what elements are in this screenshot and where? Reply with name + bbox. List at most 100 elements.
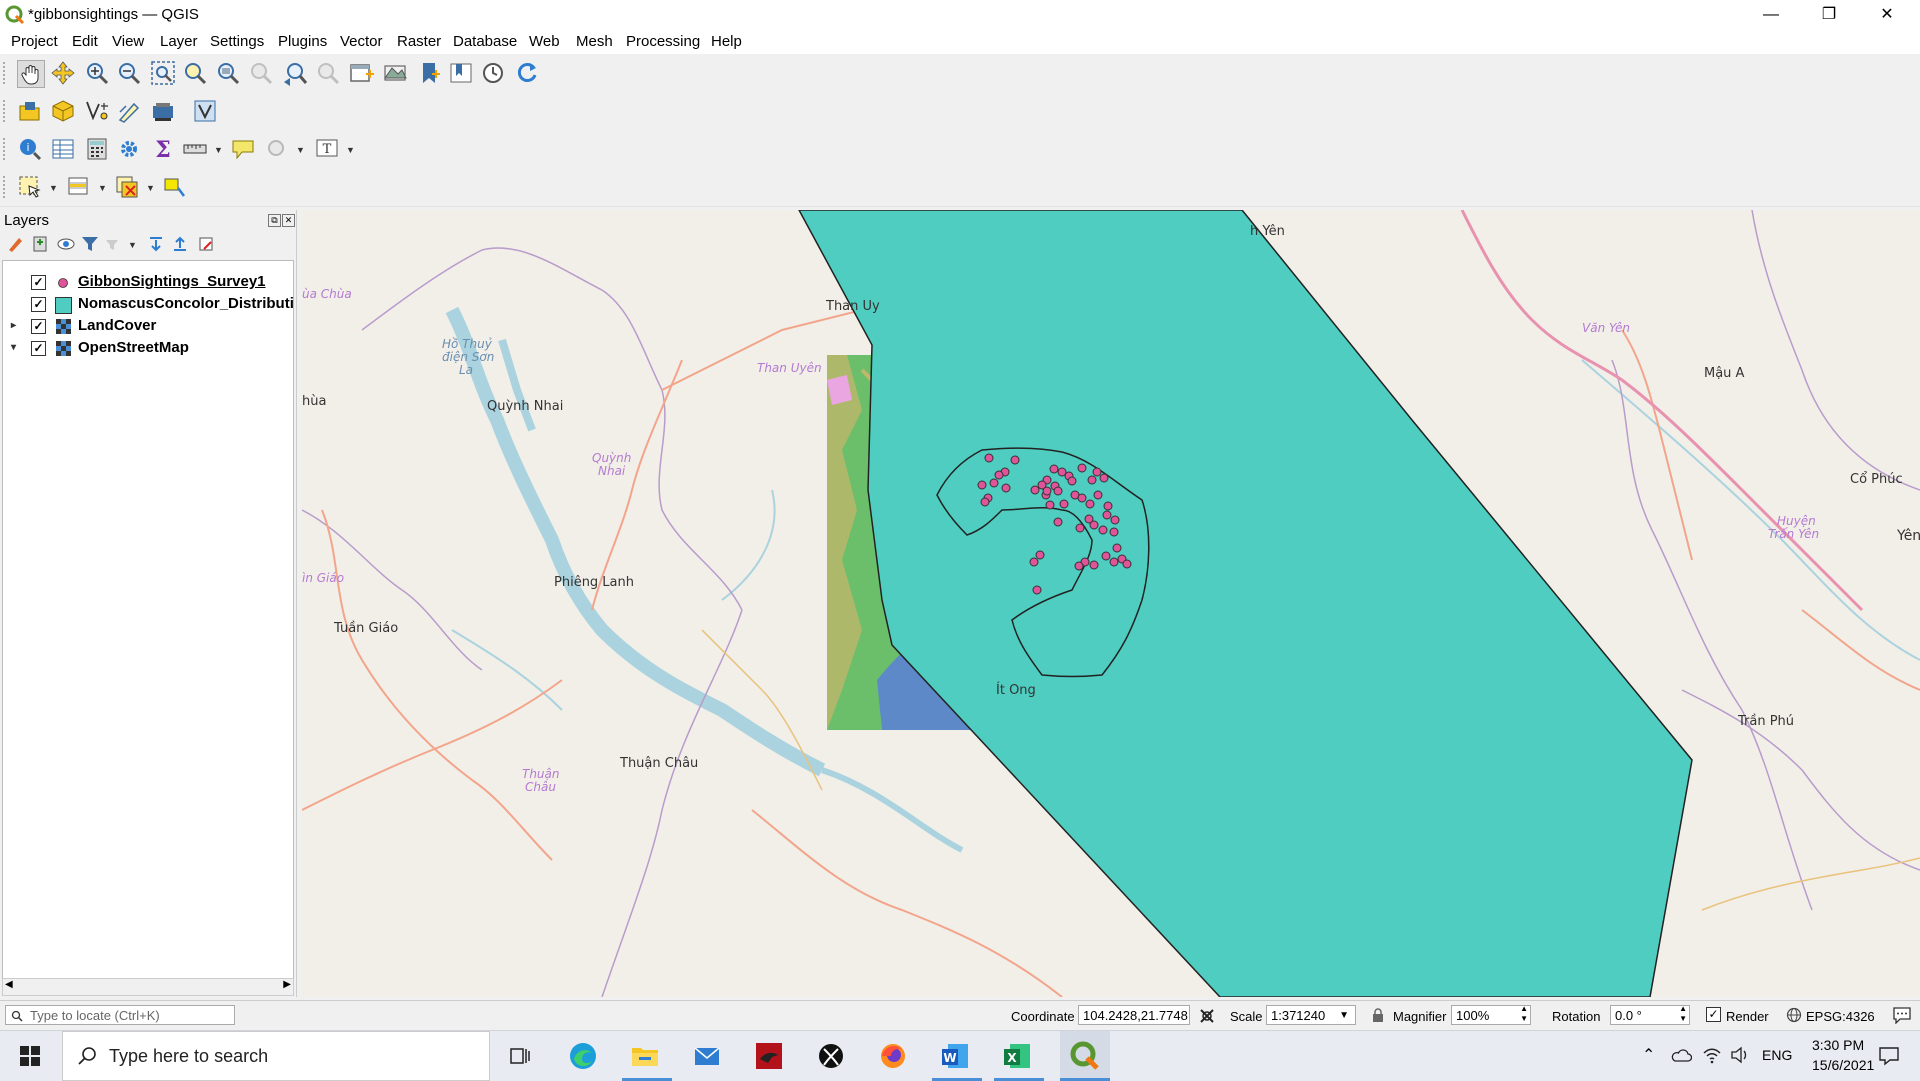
pan-to-selection-icon[interactable] (50, 60, 76, 86)
xbox-icon[interactable] (812, 1037, 850, 1075)
magnifier-spinbox[interactable]: 100% ▲ ▼ (1451, 1004, 1531, 1025)
menu-layer[interactable]: Layer (160, 33, 198, 50)
menu-web[interactable]: Web (529, 33, 560, 50)
lock-scale-icon[interactable] (1370, 1007, 1386, 1023)
select-dropdown-icon[interactable]: ▼ (49, 183, 59, 193)
maximize-button[interactable]: ❐ (1800, 0, 1858, 30)
map-canvas[interactable]: Than Uy Than Uyên Hồ Thuỷ điện Sơn La Qu… (302, 210, 1920, 997)
filter-legend-icon[interactable] (80, 234, 100, 254)
temporal-controller-icon[interactable] (480, 60, 506, 86)
minimize-button[interactable]: — (1742, 0, 1800, 30)
input-language-indicator[interactable]: ENG (1762, 1047, 1792, 1063)
open-field-calculator-icon[interactable] (84, 136, 110, 162)
new-3d-map-view-icon[interactable] (382, 60, 408, 86)
toggle-extents-icon[interactable] (1198, 1007, 1216, 1025)
task-view-icon[interactable] (501, 1037, 539, 1075)
locator-search-input[interactable]: Type to locate (Ctrl+K) (5, 1005, 235, 1025)
new-geopackage-layer-icon[interactable] (50, 98, 76, 124)
collapse-arrow-icon[interactable]: ▾ (11, 342, 16, 353)
digitize-icon[interactable] (116, 98, 142, 124)
spin-arrows-icon[interactable]: ▲ ▼ (1679, 1004, 1687, 1024)
zoom-full-icon[interactable] (150, 60, 176, 86)
add-group-icon[interactable] (30, 234, 50, 254)
toolbar-grip[interactable] (3, 62, 9, 84)
close-panel-icon[interactable]: ✕ (282, 214, 295, 227)
network-wifi-icon[interactable] (1702, 1046, 1722, 1064)
menu-vector[interactable]: Vector (340, 33, 383, 50)
remove-layer-icon[interactable] (196, 234, 216, 254)
menu-settings[interactable]: Settings (210, 33, 264, 50)
layer-visibility-checkbox[interactable]: ✓ (31, 297, 46, 312)
speaker-icon[interactable] (1730, 1046, 1750, 1064)
messages-icon[interactable] (1892, 1006, 1912, 1024)
filter-dropdown-icon[interactable]: ▼ (128, 240, 138, 250)
onedrive-cloud-icon[interactable] (1670, 1047, 1692, 1063)
expand-arrow-icon[interactable]: ▸ (11, 320, 16, 331)
virtual-layer-icon[interactable] (192, 98, 218, 124)
layer-row-gibbon-sightings[interactable]: ✓ GibbonSightings_Survey1 (3, 272, 293, 294)
clock-date[interactable]: 15/6/2021 (1812, 1057, 1874, 1073)
toolbar-grip[interactable] (3, 176, 9, 198)
excel-taskbar-item[interactable]: X (994, 1037, 1044, 1081)
refresh-icon[interactable] (514, 60, 540, 86)
menu-help[interactable]: Help (711, 33, 742, 50)
float-panel-icon[interactable]: ⧉ (268, 214, 281, 227)
zoom-to-layer-icon[interactable] (215, 60, 241, 86)
manage-visibility-icon[interactable] (56, 234, 76, 254)
new-spatial-bookmark-icon[interactable] (416, 60, 442, 86)
mail-icon[interactable] (688, 1037, 726, 1075)
show-spatial-bookmarks-icon[interactable] (448, 60, 474, 86)
show-statistical-summary-icon[interactable]: Σ (150, 136, 176, 162)
toolbar-grip[interactable] (3, 138, 9, 160)
clock-time[interactable]: 3:30 PM (1812, 1037, 1864, 1053)
file-explorer-taskbar-item[interactable] (622, 1037, 672, 1081)
zoom-out-icon[interactable] (116, 60, 142, 86)
deselect-dropdown-icon[interactable]: ▼ (146, 183, 156, 193)
select-by-location-icon[interactable] (162, 174, 188, 200)
expand-all-icon[interactable] (146, 234, 166, 254)
add-wms-layer-icon[interactable] (150, 98, 176, 124)
qgis-taskbar-item[interactable] (1060, 1031, 1110, 1081)
add-vector-layer-icon[interactable] (84, 98, 110, 124)
show-hidden-icons-icon[interactable]: ⌃ (1642, 1045, 1655, 1065)
zoom-in-icon[interactable] (84, 60, 110, 86)
menu-plugins[interactable]: Plugins (278, 33, 327, 50)
scroll-left-icon[interactable]: ◀ (5, 979, 13, 990)
menu-edit[interactable]: Edit (72, 33, 98, 50)
layer-row-landcover[interactable]: ▸ ✓ LandCover (3, 316, 293, 338)
processing-toolbox-icon[interactable] (116, 136, 142, 162)
red-app-icon[interactable] (750, 1037, 788, 1075)
open-data-source-manager-icon[interactable] (17, 98, 43, 124)
map-tips-icon[interactable] (230, 136, 256, 162)
menu-mesh[interactable]: Mesh (576, 33, 613, 50)
zoom-to-selection-icon[interactable] (182, 60, 208, 86)
layer-row-openstreetmap[interactable]: ▾ ✓ OpenStreetMap (3, 338, 293, 360)
toolbar-grip[interactable] (3, 100, 9, 122)
scroll-right-icon[interactable]: ▶ (283, 979, 291, 990)
windows-start-icon[interactable] (20, 1046, 40, 1066)
select-by-attribute-icon[interactable] (66, 174, 92, 200)
zoom-last-icon[interactable] (282, 60, 308, 86)
deselect-all-icon[interactable] (114, 174, 140, 200)
select-features-icon[interactable] (17, 174, 43, 200)
spin-arrows-icon[interactable]: ▲ ▼ (1520, 1004, 1528, 1024)
firefox-icon[interactable] (874, 1037, 912, 1075)
measure-dropdown-icon[interactable]: ▼ (214, 145, 224, 155)
style-manager-icon[interactable] (6, 234, 26, 254)
close-button[interactable]: ✕ (1858, 0, 1916, 30)
menu-view[interactable]: View (112, 33, 144, 50)
menu-raster[interactable]: Raster (397, 33, 441, 50)
chevron-down-icon[interactable]: ▼ (1339, 1006, 1349, 1026)
crs-button[interactable]: EPSG:4326 (1806, 1009, 1875, 1024)
select-attribute-dropdown-icon[interactable]: ▼ (98, 183, 108, 193)
layer-visibility-checkbox[interactable]: ✓ (31, 341, 46, 356)
scale-combobox[interactable]: 1:371240 ▼ (1266, 1005, 1356, 1025)
menu-project[interactable]: Project (11, 33, 58, 50)
notifications-icon[interactable] (1878, 1046, 1900, 1066)
pan-icon[interactable] (17, 60, 45, 88)
annotation-dropdown-icon[interactable]: ▼ (346, 145, 356, 155)
identify-features-icon[interactable]: i (17, 136, 43, 162)
edge-browser-icon[interactable] (564, 1037, 602, 1075)
taskbar-search-box[interactable]: Type here to search (62, 1031, 490, 1081)
word-taskbar-item[interactable]: W (932, 1037, 982, 1081)
